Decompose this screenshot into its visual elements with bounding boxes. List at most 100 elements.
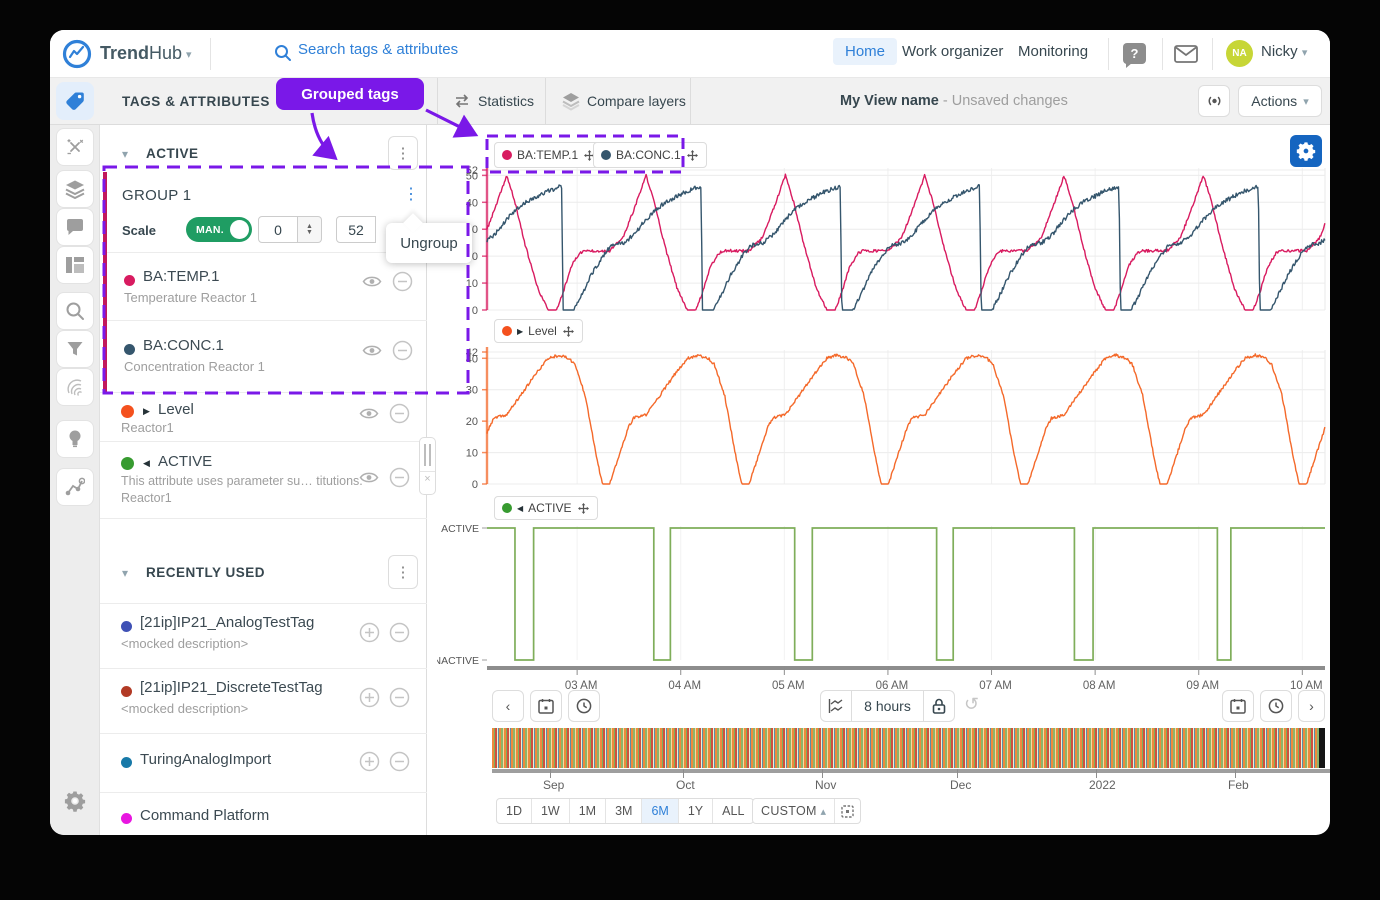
- rail-item-layers[interactable]: [56, 170, 94, 208]
- scale-min-input[interactable]: [258, 216, 298, 243]
- remove-icon[interactable]: [389, 622, 410, 643]
- tag-row-ba-conc-1[interactable]: BA:CONC.1 Concentration Reactor 1: [103, 320, 427, 390]
- svg-text:ACTIVE: ACTIVE: [441, 523, 479, 535]
- move-icon[interactable]: [577, 502, 590, 515]
- custom-range-button[interactable]: CUSTOM ▴: [753, 804, 834, 818]
- help-icon[interactable]: ?: [1123, 43, 1146, 64]
- search-input[interactable]: [298, 41, 598, 58]
- legend-chip-ba-temp-1[interactable]: BA:TEMP.1: [494, 142, 604, 168]
- legend-label: BA:CONC.1: [616, 148, 681, 162]
- tag-color-dot: [121, 757, 132, 768]
- tag-color-dot: [121, 813, 132, 824]
- tag-desc: This attribute uses parameter su… tituti…: [121, 474, 363, 488]
- add-icon[interactable]: [359, 622, 380, 643]
- range-all[interactable]: ALL: [712, 799, 753, 823]
- comment-icon: [65, 218, 85, 237]
- recently-used-menu-button[interactable]: ⋮: [388, 555, 418, 589]
- live-icon: [1205, 93, 1224, 109]
- visibility-icon[interactable]: [362, 343, 382, 358]
- chart-active[interactable]: ACTIVEINACTIVE03 AM04 AM05 AM06 AM07 AM0…: [437, 518, 1330, 705]
- panel-resize-handle[interactable]: ×: [419, 437, 436, 495]
- tab-compare-layers[interactable]: Compare layers: [587, 93, 686, 109]
- legend-chip-ba-conc-1[interactable]: BA:CONC.1: [593, 142, 707, 168]
- remove-icon[interactable]: [389, 751, 410, 772]
- actions-button[interactable]: Actions▾: [1238, 85, 1322, 117]
- add-icon[interactable]: [359, 751, 380, 772]
- recent-row-analog-test-tag[interactable]: [21ip]IP21_AnalogTestTag <mocked descrip…: [100, 604, 427, 668]
- remove-icon[interactable]: [389, 687, 410, 708]
- svg-text:08 AM: 08 AM: [1083, 680, 1116, 692]
- remove-icon[interactable]: [389, 403, 410, 424]
- custom-range-group: CUSTOM ▴: [752, 798, 861, 824]
- brand-chevron-down-icon[interactable]: ▾: [186, 48, 192, 61]
- tag-row-ba-temp-1[interactable]: BA:TEMP.1 Temperature Reactor 1: [103, 252, 427, 320]
- divider: [1108, 38, 1109, 70]
- range-3m[interactable]: 3M: [605, 799, 641, 823]
- chart-level[interactable]: 42403020100: [437, 344, 1330, 497]
- user-menu[interactable]: Nicky ▾: [1261, 43, 1307, 60]
- tag-row-level[interactable]: ▶ Level Reactor1: [100, 393, 427, 441]
- visibility-icon[interactable]: [362, 274, 382, 289]
- scale-manual-toggle[interactable]: MAN.: [186, 217, 252, 242]
- rail-item-comments[interactable]: [56, 208, 94, 246]
- recent-row-command-platform[interactable]: Command Platform: [100, 793, 427, 835]
- chart-settings-button[interactable]: [1290, 135, 1322, 167]
- group-menu-button[interactable]: ⋮: [395, 182, 427, 206]
- rail-item-settings[interactable]: [56, 782, 94, 820]
- minimap-selection-handle[interactable]: [1319, 728, 1325, 768]
- avatar[interactable]: NA: [1226, 40, 1253, 67]
- rail-item-recommendations[interactable]: [56, 420, 94, 458]
- custom-range-picker-button[interactable]: [834, 799, 860, 823]
- range-1m[interactable]: 1M: [569, 799, 605, 823]
- rail-item-context[interactable]: [56, 468, 94, 506]
- range-1w[interactable]: 1W: [531, 799, 569, 823]
- collapse-panel-icon[interactable]: ×: [420, 472, 435, 486]
- tag-name: ACTIVE: [158, 453, 212, 470]
- chart-temp-conc[interactable]: 5250403020100: [437, 160, 1330, 323]
- tab-statistics[interactable]: Statistics: [478, 93, 534, 109]
- active-section-chevron-down-icon[interactable]: ▾: [122, 147, 128, 161]
- visibility-icon[interactable]: [359, 406, 379, 421]
- nav-item-monitoring[interactable]: Monitoring: [1018, 43, 1088, 60]
- timeline-axis[interactable]: [492, 769, 1330, 773]
- grip-icon: [424, 444, 431, 466]
- visibility-icon[interactable]: [359, 470, 379, 485]
- move-icon[interactable]: [686, 149, 699, 162]
- range-1d[interactable]: 1D: [497, 799, 531, 823]
- legend-color-dot: [502, 326, 512, 336]
- left-icon-rail: [50, 125, 100, 835]
- rail-item-calculations[interactable]: [56, 128, 94, 166]
- rail-item-fingerprint[interactable]: [56, 368, 94, 406]
- overview-minimap[interactable]: [492, 728, 1325, 768]
- remove-icon[interactable]: [389, 467, 410, 488]
- nav-item-home[interactable]: Home: [833, 38, 897, 65]
- ungroup-menu-item[interactable]: Ungroup: [386, 223, 472, 263]
- rail-item-search[interactable]: [56, 292, 94, 330]
- scale-min-stepper[interactable]: ▲▼: [298, 216, 322, 243]
- rail-item-tags-active[interactable]: [56, 82, 94, 120]
- add-icon[interactable]: [359, 687, 380, 708]
- tab-tags-attributes[interactable]: TAGS & ATTRIBUTES: [122, 94, 270, 109]
- scale-max-input[interactable]: [336, 216, 376, 243]
- legend-chip-level[interactable]: ▶ Level: [494, 319, 583, 343]
- move-icon[interactable]: [562, 325, 575, 338]
- remove-icon[interactable]: [392, 340, 413, 361]
- range-1y[interactable]: 1Y: [678, 799, 712, 823]
- nav-item-work-organizer[interactable]: Work organizer: [902, 43, 1003, 60]
- tag-row-active[interactable]: ◀ ACTIVE This attribute uses parameter s…: [100, 442, 427, 514]
- range-6m[interactable]: 6M: [641, 799, 677, 823]
- rail-item-dashboard[interactable]: [56, 246, 94, 284]
- attribute-direction-icon: ◀: [143, 458, 150, 469]
- tag-name: BA:CONC.1: [143, 337, 224, 354]
- tag-name: TuringAnalogImport: [140, 751, 271, 768]
- recent-row-discrete-test-tag[interactable]: [21ip]IP21_DiscreteTestTag <mocked descr…: [100, 669, 427, 733]
- live-mode-button[interactable]: [1198, 85, 1230, 117]
- recent-row-turing-analog-import[interactable]: TuringAnalogImport: [100, 734, 427, 792]
- mail-icon[interactable]: [1174, 45, 1198, 63]
- remove-icon[interactable]: [392, 271, 413, 292]
- rail-item-filter[interactable]: [56, 330, 94, 368]
- active-section-menu-button[interactable]: ⋮: [388, 136, 418, 170]
- legend-chip-active[interactable]: ◀ ACTIVE: [494, 496, 598, 520]
- recently-used-chevron-down-icon[interactable]: ▾: [122, 566, 128, 580]
- svg-text:20: 20: [466, 416, 478, 428]
